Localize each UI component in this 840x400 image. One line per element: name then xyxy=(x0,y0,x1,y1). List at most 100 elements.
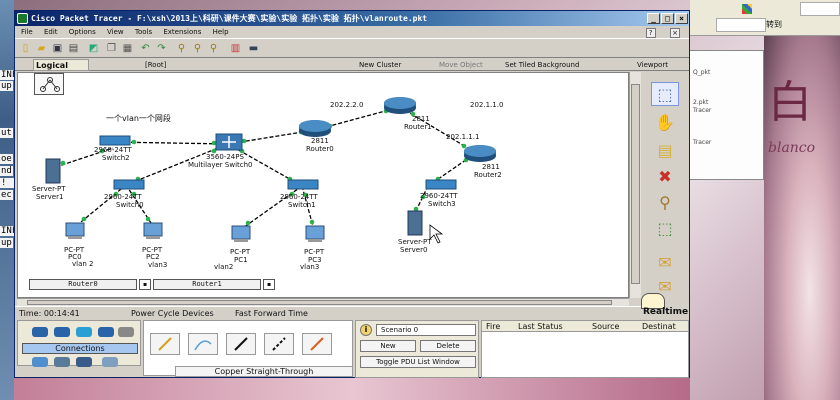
root-button[interactable]: [Root] xyxy=(145,59,166,71)
delete-icon[interactable]: ✖ xyxy=(651,164,679,188)
vertical-scrollbar[interactable] xyxy=(629,72,641,298)
col-destination[interactable]: Destinat xyxy=(642,321,676,332)
status-bar: Time: 00:14:41 Power Cycle Devices Fast … xyxy=(15,306,641,319)
fast-forward-button[interactable]: Fast Forward Time xyxy=(235,307,308,320)
horizontal-scrollbar[interactable] xyxy=(17,298,629,306)
col-last-status[interactable]: Last Status xyxy=(518,321,563,332)
title-bar[interactable]: Cisco Packet Tracer - F:\xsh\2013上\科研\课件… xyxy=(15,11,689,26)
col-source[interactable]: Source xyxy=(592,321,619,332)
file-item[interactable]: 2.pkt xyxy=(693,99,708,106)
switch-category-icon[interactable] xyxy=(54,327,70,337)
label-pin-icon[interactable]: ▪ xyxy=(139,279,151,290)
multiuser-icon[interactable] xyxy=(102,357,118,367)
resize-shape-icon[interactable]: ⬚ xyxy=(651,216,679,240)
common-tools-bar: ⬚ ✋ ▤ ✖ ⚲ ⬚ ✉ ✉ xyxy=(643,72,687,316)
device-label: Server-PT xyxy=(32,185,66,193)
col-fire[interactable]: Fire xyxy=(486,321,500,332)
select-tool-icon[interactable]: ⬚ xyxy=(651,82,679,106)
label-pin-icon[interactable]: ▪ xyxy=(263,279,275,290)
menu-extensions[interactable]: Extensions xyxy=(163,28,201,36)
device-label: Router1 xyxy=(404,123,432,131)
menu-bar: File Edit Options View Tools Extensions … xyxy=(15,26,689,38)
print-icon[interactable]: ▤ xyxy=(67,42,80,55)
undo-icon[interactable]: ↶ xyxy=(139,42,152,55)
place-note-icon[interactable]: ▤ xyxy=(651,138,679,162)
device-label: 2960-24TT xyxy=(94,146,132,154)
fiber-cable-icon[interactable] xyxy=(302,333,332,355)
inspect-icon[interactable]: ⚲ xyxy=(651,190,679,214)
console-cable-icon[interactable] xyxy=(188,333,218,355)
new-cluster-button[interactable]: New Cluster xyxy=(359,59,401,71)
zoom-in-icon[interactable]: ⚲ xyxy=(175,42,188,55)
device-label: Router2 xyxy=(474,171,502,179)
file-item[interactable]: Tracer xyxy=(693,107,711,114)
info-icon[interactable]: i xyxy=(360,324,372,336)
activity-wizard-icon[interactable]: ◩ xyxy=(87,42,100,55)
logical-tab[interactable]: Logical xyxy=(33,59,89,71)
zoom-out-icon[interactable]: ⚲ xyxy=(207,42,220,55)
menu-view[interactable]: View xyxy=(107,28,124,36)
vlan-label: vlan2 xyxy=(214,263,234,271)
vlan-label: vlan3 xyxy=(300,263,320,271)
new-file-icon[interactable]: ▯ xyxy=(19,42,32,55)
move-layout-icon[interactable]: ✋ xyxy=(651,110,679,134)
custom-device-icon[interactable]: ▬ xyxy=(247,42,260,55)
save-icon[interactable]: ▣ xyxy=(51,42,64,55)
goto-button[interactable]: 转到 xyxy=(766,18,782,31)
file-item[interactable]: Tracer xyxy=(693,139,711,146)
menu-edit[interactable]: Edit xyxy=(44,28,58,36)
router0-label-box[interactable]: Router0 xyxy=(29,279,137,290)
connections-category-icon[interactable] xyxy=(118,327,134,337)
packet-tracer-window: Cisco Packet Tracer - F:\xsh\2013上\科研\课件… xyxy=(14,10,690,378)
minimize-button[interactable]: _ xyxy=(647,13,660,24)
device-label: PC1 xyxy=(234,256,248,264)
maximize-button[interactable]: □ xyxy=(661,13,674,24)
sim-time: Time: 00:14:41 xyxy=(19,309,80,318)
menu-tools[interactable]: Tools xyxy=(135,28,152,36)
close-doc-icon[interactable]: × xyxy=(670,28,680,38)
scenario-select[interactable]: Scenario 0 xyxy=(376,324,476,336)
copy-icon[interactable]: ❐ xyxy=(105,42,118,55)
topology-canvas[interactable]: 一个vlan一个网段 202.2.2.0 202.1.1.0 202.1.1.1… xyxy=(17,72,629,298)
viewport-button[interactable]: Viewport xyxy=(637,59,668,71)
wan-emulation-icon[interactable] xyxy=(54,357,70,367)
menu-help[interactable]: Help xyxy=(213,28,229,36)
hub-category-icon[interactable] xyxy=(76,327,92,337)
pc0-icon xyxy=(65,222,85,237)
add-simple-pdu-icon[interactable]: ✉ xyxy=(651,250,679,274)
file-item[interactable]: Q_pkt xyxy=(693,69,710,76)
close-button[interactable]: × xyxy=(675,13,688,24)
new-scenario-button[interactable]: New xyxy=(360,340,416,352)
bg-field[interactable] xyxy=(800,2,840,16)
end-device-icon[interactable] xyxy=(32,357,48,367)
crossover-cable-icon[interactable] xyxy=(264,333,294,355)
router-category-icon[interactable] xyxy=(32,327,48,337)
set-tiled-bg-button[interactable]: Set Tiled Background xyxy=(505,59,579,71)
address-field[interactable] xyxy=(716,18,766,32)
menu-options[interactable]: Options xyxy=(69,28,96,36)
switch0-icon xyxy=(113,179,145,190)
power-cycle-button[interactable]: Power Cycle Devices xyxy=(131,307,214,320)
bg-text: up xyxy=(0,81,13,91)
windows-logo-icon xyxy=(742,4,752,14)
wireless-category-icon[interactable] xyxy=(98,327,114,337)
delete-scenario-button[interactable]: Delete xyxy=(420,340,476,352)
vlan-label: vlan 2 xyxy=(72,260,94,268)
realtime-mode-tab[interactable]: Realtime xyxy=(643,307,688,320)
straight-through-icon[interactable] xyxy=(226,333,256,355)
move-object-button[interactable]: Move Object xyxy=(439,59,483,71)
zoom-reset-icon[interactable]: ⚲ xyxy=(191,42,204,55)
redo-icon[interactable]: ↷ xyxy=(155,42,168,55)
custom-device-icon[interactable] xyxy=(76,357,92,367)
router1-label-box[interactable]: Router1 xyxy=(153,279,261,290)
menu-file[interactable]: File xyxy=(21,28,33,36)
toggle-pdu-list-button[interactable]: Toggle PDU List Window xyxy=(360,356,476,368)
palette-icon[interactable]: ▥ xyxy=(229,42,242,55)
paste-icon[interactable]: ▦ xyxy=(121,42,134,55)
router1-icon xyxy=(384,97,416,114)
pc1-icon xyxy=(231,225,251,240)
auto-connection-icon[interactable] xyxy=(150,333,180,355)
help-icon[interactable]: ? xyxy=(645,28,656,38)
device-label: Switch0 xyxy=(116,201,144,209)
open-folder-icon[interactable]: ▰ xyxy=(35,42,48,55)
